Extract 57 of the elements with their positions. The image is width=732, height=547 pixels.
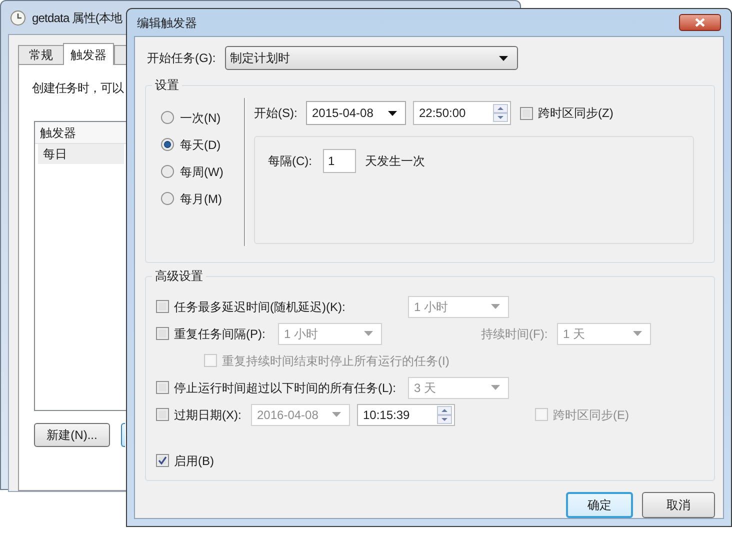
- label: 停止运行时间超过以下时间的所有任务(L):: [174, 380, 397, 396]
- label: 跨时区同步(E): [553, 406, 629, 424]
- spin-button[interactable]: [493, 104, 508, 122]
- caret-icon: [491, 385, 500, 390]
- group-title: 高级设置: [154, 268, 204, 285]
- label: 任务最多延迟时间(随机延迟)(K):: [174, 298, 346, 316]
- checkbox[interactable]: [156, 454, 169, 467]
- column-header: 触发器: [40, 124, 76, 142]
- label: 开始(S):: [254, 105, 298, 122]
- label: 开始任务(G):: [147, 50, 217, 67]
- label: 天发生一次: [365, 153, 425, 170]
- description: 创建任务时，可以: [32, 80, 124, 95]
- label: 重复任务间隔(P):: [174, 326, 266, 342]
- label: 持续时间(F):: [481, 326, 549, 342]
- dropdown[interactable]: 制定计划时: [225, 46, 518, 70]
- new-button[interactable]: 新建(N)...: [34, 423, 110, 447]
- close-button[interactable]: [679, 14, 721, 31]
- label: 跨时区同步(Z): [538, 105, 614, 122]
- checkbox[interactable]: [156, 381, 169, 394]
- label: 每天(D): [180, 136, 221, 154]
- checkbox[interactable]: [520, 106, 533, 120]
- radio-button[interactable]: [161, 192, 174, 205]
- list-row[interactable]: 每日: [38, 144, 124, 164]
- label: 启用(B): [174, 452, 214, 470]
- time-field[interactable]: 10:15:39: [357, 404, 455, 426]
- checkbox[interactable]: [156, 327, 169, 340]
- clock-icon: [10, 10, 26, 26]
- label: 每月(M): [180, 190, 222, 208]
- ok-button[interactable]: 确定: [566, 492, 633, 518]
- caret-icon: [499, 56, 508, 60]
- radio-button[interactable]: [161, 111, 174, 124]
- close-icon: [695, 18, 705, 27]
- tab[interactable]: [114, 45, 126, 64]
- time-field[interactable]: 22:50:00: [413, 101, 511, 125]
- label: 每周(W): [180, 164, 224, 180]
- dialog-title: 编辑触发器: [137, 14, 197, 32]
- checkbox[interactable]: [156, 300, 169, 313]
- caret-icon: [491, 304, 500, 309]
- caret-icon: [633, 331, 642, 336]
- label: 每隔(C):: [268, 153, 313, 170]
- label: 重复持续时间结束时停止所有运行的任务(I): [222, 352, 450, 370]
- label: 一次(N): [180, 110, 221, 126]
- label: 过期日期(X):: [174, 406, 242, 424]
- radio-button[interactable]: [161, 165, 174, 178]
- input-field[interactable]: 1: [323, 149, 356, 173]
- dropdown[interactable]: 2015-04-08: [306, 101, 406, 125]
- caret-icon: [364, 331, 373, 336]
- tab[interactable]: 触发器: [63, 43, 114, 65]
- window-title: getdata 属性(本地: [32, 10, 122, 26]
- tab[interactable]: 常规: [18, 45, 64, 64]
- covered-button[interactable]: [121, 423, 125, 447]
- caret-icon: [388, 110, 397, 116]
- group-title: 设置: [154, 77, 180, 94]
- checkbox[interactable]: [156, 408, 169, 421]
- cancel-button[interactable]: 取消: [642, 492, 715, 518]
- spin-button[interactable]: [437, 406, 452, 424]
- radio-button[interactable]: [161, 138, 174, 151]
